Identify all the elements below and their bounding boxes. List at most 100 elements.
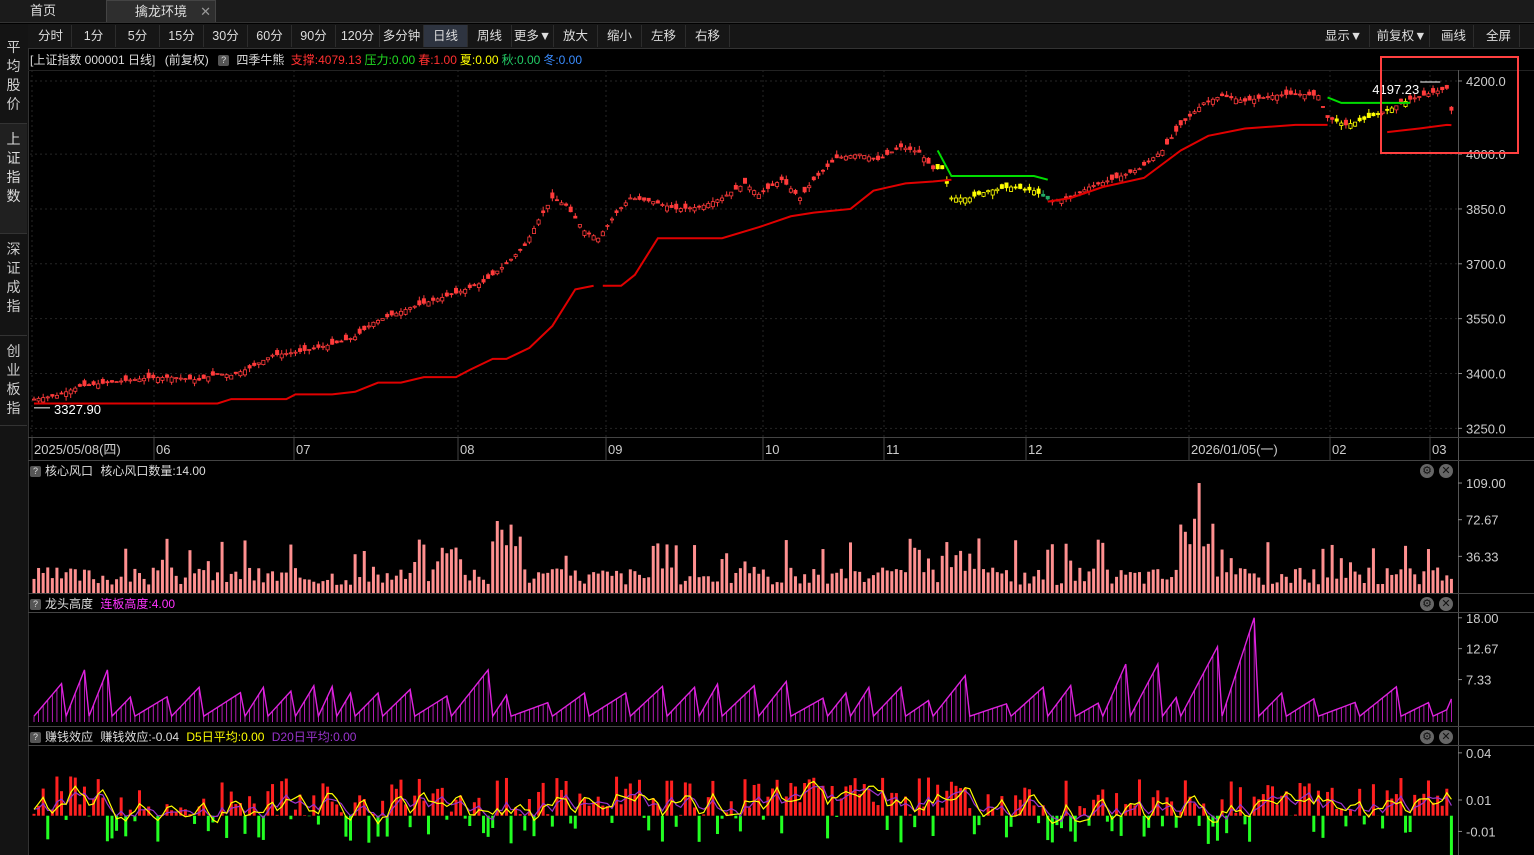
candle-body (1330, 117, 1335, 120)
candle-body (210, 371, 215, 376)
panel1-bar (1124, 574, 1128, 593)
panel1-bar (275, 580, 279, 593)
panel1-bar (436, 561, 440, 593)
panel3-bar (917, 778, 921, 816)
panel1-bar (1156, 569, 1160, 593)
panel1-bar (546, 572, 550, 593)
panel1-bar (1115, 576, 1119, 593)
panel1-bar (706, 576, 710, 593)
panel1-bar (1280, 574, 1284, 593)
panel3-bar (894, 793, 898, 816)
y-tick-label: 18.00 (1466, 611, 1499, 626)
panel3-bar (1197, 815, 1201, 826)
panel3-bar (46, 815, 50, 840)
candle-body (417, 300, 422, 306)
panel3-bar (449, 811, 453, 816)
candle-body (596, 237, 601, 243)
candle-body (573, 215, 578, 219)
panel1-bar (257, 568, 261, 593)
candle-body (619, 207, 624, 210)
panel1-bar (303, 579, 307, 593)
candle-body (64, 391, 69, 397)
panel1-bar (913, 547, 917, 593)
panel3-bar (252, 803, 256, 816)
candle-body (151, 374, 156, 379)
candle-body (655, 200, 660, 204)
panel1-bar (1266, 542, 1270, 593)
panel3-bar (367, 815, 371, 843)
panel1-bar (656, 543, 660, 593)
candle-body (68, 389, 73, 395)
panel1-bar (243, 540, 247, 593)
panel1-bar (1119, 570, 1123, 593)
candle-body (394, 312, 399, 317)
candle-body (481, 279, 486, 283)
panel1-bar (87, 570, 91, 593)
candle-body (729, 191, 734, 197)
panel3-bar (647, 815, 651, 831)
panel1-bar (1404, 545, 1408, 593)
panel1-bar (330, 573, 334, 593)
panel1-bar (793, 576, 797, 593)
panel3-bar (335, 804, 339, 816)
candle-body (1325, 115, 1330, 118)
panel1-bar (917, 549, 921, 593)
panel1-bar (229, 573, 233, 593)
panel1-bar (532, 578, 536, 593)
candle-body (1357, 117, 1362, 122)
panel3-bar (193, 815, 197, 824)
candle-body (1426, 93, 1431, 97)
candle-body (224, 374, 229, 378)
panel3-bar (1004, 815, 1008, 838)
candle-body (142, 378, 147, 382)
panel3-bar (1009, 815, 1013, 827)
candle-body (458, 290, 463, 294)
panel1-bar (115, 579, 119, 593)
panel1-bar (949, 567, 953, 593)
panel3-bar (1293, 814, 1297, 816)
panel1-bar (128, 581, 132, 593)
panel1-bar (628, 569, 632, 593)
panel1-bar (92, 579, 96, 593)
candle-body (720, 197, 725, 202)
panel3-bar (1115, 793, 1119, 816)
candle-body (830, 159, 835, 163)
candle-body (935, 164, 940, 170)
candle-body (999, 184, 1004, 189)
candle-body (536, 219, 541, 225)
panel3-bar (908, 814, 912, 816)
kline-chart[interactable]: 4200.0 4000.0 3850.0 3700.0 3550.0 3400.0 3250… (0, 0, 1534, 855)
panel1-bar (835, 572, 839, 593)
support-line (1387, 123, 1452, 134)
panel1-bar (404, 578, 408, 593)
candle-body (642, 197, 647, 201)
panel3-bar (720, 815, 724, 819)
highlight-box (1380, 56, 1519, 154)
panel1-bar (555, 568, 559, 593)
panel1-bar (271, 571, 275, 593)
panel1-bar (968, 553, 972, 593)
candle-body (1348, 123, 1353, 129)
panel1-bar (651, 545, 655, 593)
pressure-line (1327, 96, 1411, 104)
panel1-bar (862, 581, 866, 593)
candle-body (1284, 89, 1289, 95)
panel1-bar (972, 568, 976, 593)
candle-body (674, 203, 679, 210)
panel1-bar (674, 545, 678, 593)
panel1-bar (307, 579, 311, 593)
panel1-bar (1312, 569, 1316, 593)
candle-body (811, 176, 816, 181)
candle-body (1293, 93, 1298, 96)
panel1-bar (922, 572, 926, 593)
y-tick-label: 3400.0 (1466, 366, 1506, 381)
candle-body (1224, 94, 1229, 98)
x-tick-label: 08 (460, 442, 474, 457)
panel1-bar (468, 580, 472, 593)
x-tick-label: 09 (608, 442, 622, 457)
panel3-bar (734, 815, 738, 819)
panel1-bar (335, 584, 339, 593)
candle-body (609, 218, 614, 221)
panel3-bar (1381, 815, 1385, 829)
panel3-bar (206, 815, 210, 832)
